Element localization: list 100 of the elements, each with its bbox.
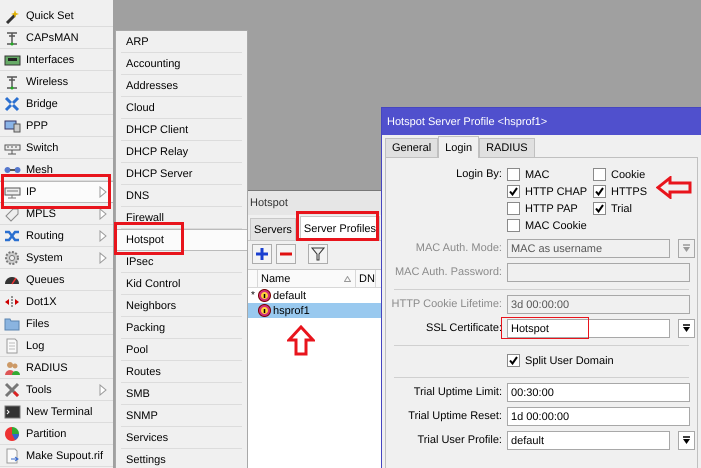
field-label: Login By: [455,167,502,182]
magic-wand-icon [4,8,21,24]
menu-item[interactable]: Quick Set [0,5,113,27]
monitor-icon [4,118,21,134]
down-arrow-icon [682,244,691,253]
menu-item[interactable]: CAPsMAN [0,27,113,49]
pie-chart-icon [4,426,21,442]
checkbox-label: MAC Cookie [525,220,587,232]
default-marker: * [250,290,256,301]
menu-item[interactable]: PPP [0,115,113,137]
menu-item[interactable]: Log [0,335,113,357]
checkbox-label: HTTPS [611,186,648,198]
menu-item[interactable]: SNMP [121,405,242,427]
menu-item[interactable]: Cloud [121,97,242,119]
up-arrow [287,325,315,356]
menu-item[interactable]: Files [0,313,113,335]
menu-item[interactable]: Make Supout.rif [0,445,113,467]
input-field[interactable]: 1d 00:00:00 [507,407,690,426]
menu-item[interactable]: Routes [121,361,242,383]
menu-item[interactable]: Services [121,427,242,449]
menu-item[interactable]: DHCP Relay [121,141,242,163]
menu-item[interactable]: Accounting [121,53,242,75]
field-label: SSL Certificate: [424,321,502,336]
menu-item[interactable]: Addresses [121,75,242,97]
menu-item[interactable]: Wireless [0,71,113,93]
gear-icon [4,250,21,266]
dropdown-button[interactable] [678,319,695,338]
menu-item[interactable]: Bridge [0,93,113,115]
menu-item[interactable]: Partition [0,423,113,445]
menu-item[interactable]: Switch [0,137,113,159]
checkbox[interactable] [593,202,606,215]
tab[interactable]: Servers [250,218,296,240]
field-label: MAC Auth. Password: [394,265,502,280]
field-label: Trial Uptime Limit: [412,385,502,400]
dropdown-field[interactable]: Hotspot [507,319,670,338]
checkbox-label: HTTP PAP [525,202,578,214]
arrows-icon [4,96,21,112]
column-header[interactable]: Name [258,270,356,287]
menu-item[interactable]: IPsec [121,251,242,273]
menu-item[interactable]: Tools [0,379,113,401]
menu-item[interactable]: ARP [121,31,242,53]
menu-item[interactable]: IP [0,181,113,203]
dropdown-button[interactable] [678,431,695,450]
table-row[interactable]: hsprof1 [248,303,381,318]
menu-item[interactable]: Routing [0,225,113,247]
document-icon [4,448,21,464]
menu-item[interactable]: System [0,247,113,269]
checkbox[interactable] [507,354,520,367]
checkbox[interactable] [593,168,606,181]
field-label: MAC Auth. Mode: [414,241,502,256]
menu-item[interactable]: New Terminal [0,401,113,423]
remove-button[interactable] [276,244,296,264]
menu-item[interactable]: Queues [0,269,113,291]
checkbox-label: HTTP CHAP [525,186,588,198]
table-row[interactable]: * default [248,288,381,303]
menu-item[interactable]: Neighbors [121,295,242,317]
tab[interactable]: General [385,138,438,157]
column-header[interactable]: DN [356,270,376,287]
menu-item[interactable]: Pool [121,339,242,361]
menu-item[interactable]: Interfaces [0,49,113,71]
info-icon [258,289,271,302]
checkbox-label: MAC [525,168,550,180]
left-arrow [656,176,692,199]
terminal-icon [4,404,21,420]
down-arrow-icon [682,436,691,445]
field-label: Trial Uptime Reset: [407,409,502,424]
menu-item[interactable]: RADIUS [0,357,113,379]
plus-icon [255,247,269,261]
dropdown-field[interactable]: default [507,431,670,450]
menu-item[interactable]: Settings [121,449,242,468]
people-icon [4,360,21,376]
checkbox[interactable] [507,219,520,232]
tab[interactable]: Login [438,136,480,158]
menu-item[interactable]: Hotspot [116,229,247,251]
menu-item[interactable]: Dot1X [0,291,113,313]
tab[interactable]: RADIUS [479,138,535,157]
highlight-frame [114,222,184,255]
checkbox-label: Trial [611,202,632,214]
checkbox-label: Split User Domain [525,354,614,366]
menu-item[interactable]: Kid Control [121,273,242,295]
filter-button[interactable] [308,244,328,264]
checkbox[interactable] [507,202,520,215]
window-title: Hotspot [248,191,381,215]
down-arrow-icon [682,324,691,333]
menu-item[interactable]: DHCP Client [121,119,242,141]
filter-icon [311,247,325,261]
field-label: Trial User Profile: [416,433,502,448]
menu-item[interactable]: MPLS [0,203,113,225]
checkbox[interactable] [507,185,520,198]
menu-item[interactable]: DHCP Server [121,163,242,185]
checkbox[interactable] [507,168,520,181]
menu-item[interactable]: DNS [121,185,242,207]
checkbox[interactable] [593,185,606,198]
input-field[interactable]: 00:30:00 [507,383,690,402]
menu-item[interactable]: SMB [121,383,242,405]
menu-item[interactable]: Packing [121,317,242,339]
add-button[interactable] [252,244,272,264]
window-title: Hotspot Server Profile <hsprof1> [382,108,701,135]
table-cell: default [273,290,306,302]
folder-icon [4,316,21,332]
